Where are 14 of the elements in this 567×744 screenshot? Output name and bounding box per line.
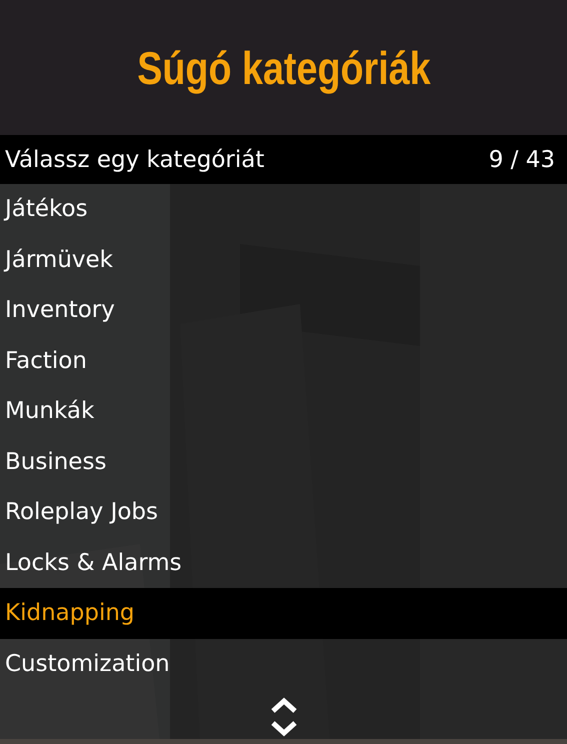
menu-item[interactable]: Munkák: [0, 386, 567, 436]
menu-subtitle: Válassz egy kategóriát: [5, 146, 264, 172]
menu-item[interactable]: Jármüvek: [0, 234, 567, 285]
menu-item[interactable]: Roleplay Jobs: [0, 487, 567, 538]
menu-item[interactable]: Faction: [0, 336, 567, 386]
menu-item[interactable]: Business: [0, 436, 567, 487]
item-counter: 9 / 43: [488, 146, 555, 172]
menu-item[interactable]: Inventory: [0, 285, 567, 336]
menu-item[interactable]: Játékos: [0, 184, 567, 234]
scroll-arrows-icon: [270, 696, 298, 736]
menu-item[interactable]: Kidnapping: [0, 588, 567, 638]
menu-item[interactable]: Locks & Alarms: [0, 538, 567, 588]
menu-item[interactable]: Customization: [0, 638, 567, 689]
menu-title: Súgó kategóriák: [136, 40, 430, 94]
